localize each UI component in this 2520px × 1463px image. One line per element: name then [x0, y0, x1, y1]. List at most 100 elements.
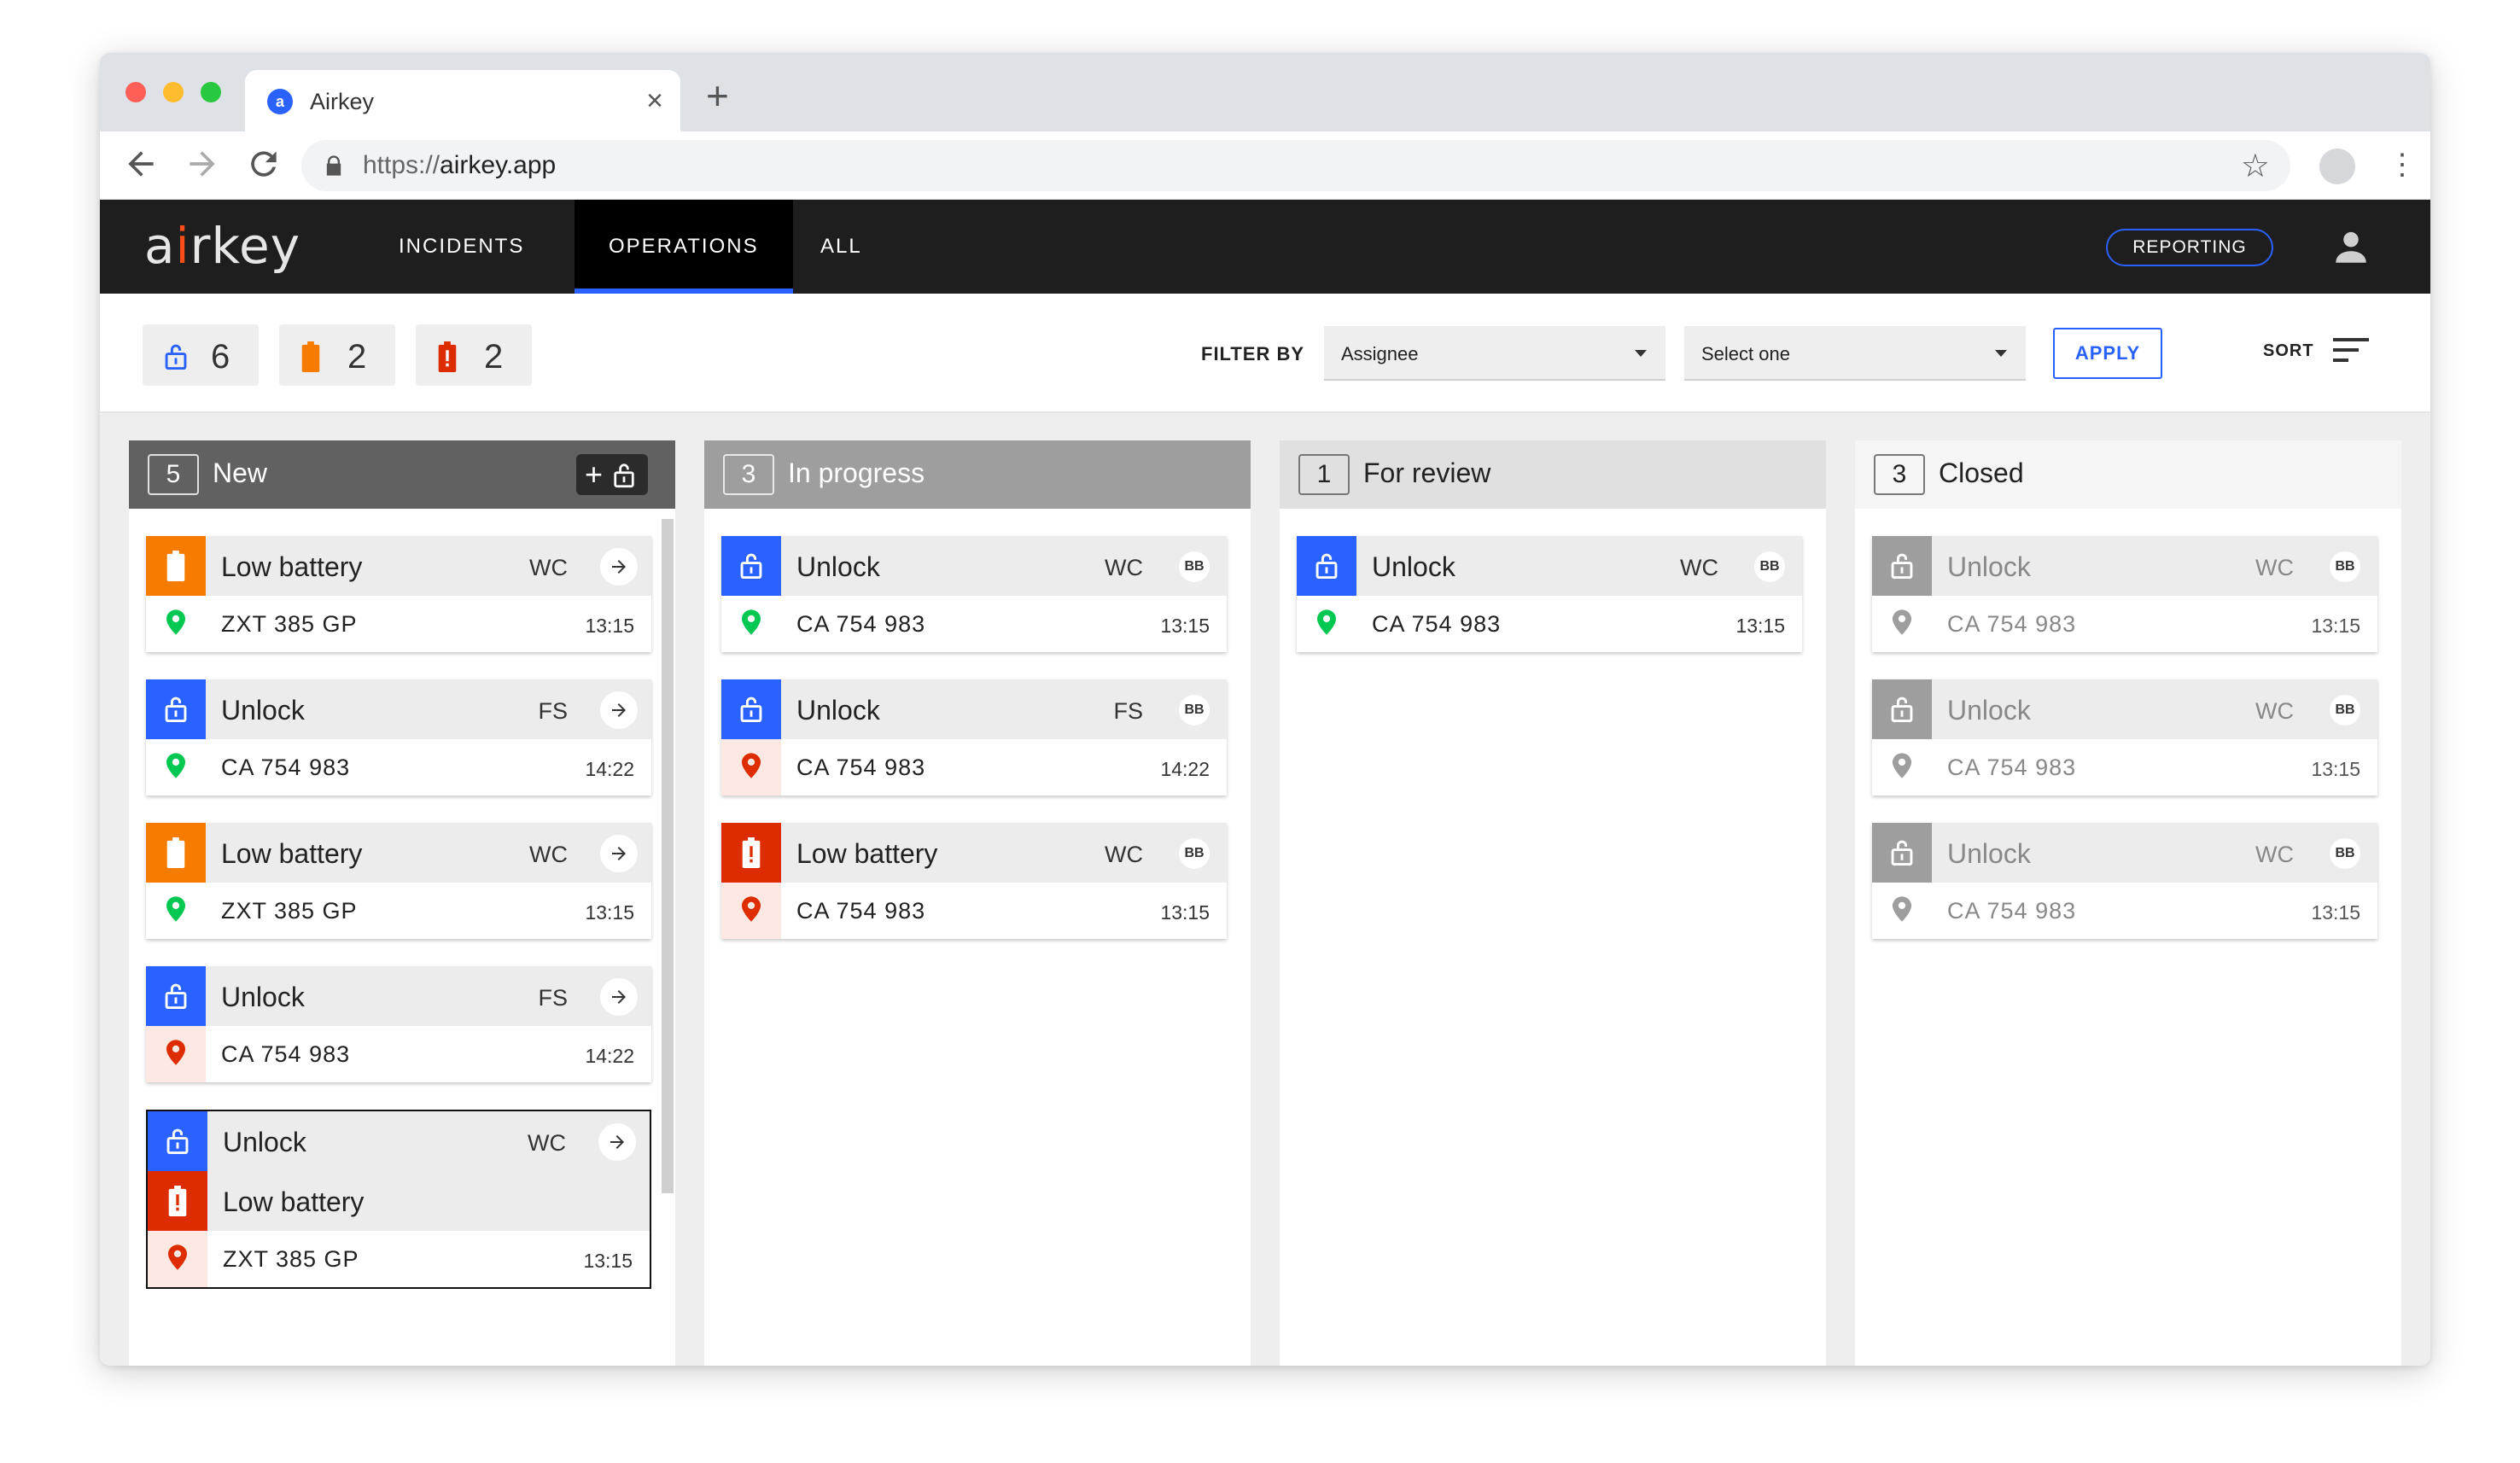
apply-button[interactable]: APPLY	[2053, 328, 2162, 379]
nav-tab-all[interactable]: ALL	[786, 200, 896, 294]
column-title: For review	[1363, 458, 1491, 488]
assignee-avatar[interactable]: BB	[2330, 838, 2360, 869]
column-in-progress: 3 In progress Unlock WC BB CA 754 983 13…	[704, 440, 1251, 1366]
browser-toolbar: https://airkey.app ☆ ⋮	[100, 131, 2430, 200]
unlock-icon	[612, 461, 636, 493]
tab-close-icon[interactable]: ×	[646, 85, 663, 116]
assignee-select[interactable]: Assignee	[1324, 326, 1665, 381]
card-type: Unlock	[1947, 838, 2031, 869]
card-time: 13:15	[2311, 901, 2360, 924]
incident-card[interactable]: Unlock WC BB CA 754 983 13:15	[1872, 536, 2377, 652]
card-initials: FS	[1113, 698, 1143, 724]
incident-card[interactable]: Unlock FS CA 754 983 14:22	[146, 966, 651, 1082]
arrow-right-icon[interactable]	[600, 691, 638, 729]
browser-window: a Airkey × + https://airkey.app ☆ ⋮ airk…	[100, 53, 2430, 1366]
incident-card[interactable]: Low battery WC ZXT 385 GP 13:15	[146, 823, 651, 939]
incident-card[interactable]: Low battery WC ZXT 385 GP 13:15	[146, 536, 651, 652]
incident-card[interactable]: Unlock WC BB CA 754 983 13:15	[1872, 679, 2377, 796]
sort-label[interactable]: SORT	[2263, 341, 2314, 361]
column-scrollbar[interactable]	[662, 519, 674, 1193]
stat-critical-battery[interactable]: 2	[416, 324, 532, 386]
add-unlock-button[interactable]: +	[576, 454, 648, 495]
browser-tab[interactable]: a Airkey ×	[245, 70, 680, 131]
back-icon[interactable]	[122, 145, 160, 183]
assignee-avatar[interactable]: BB	[1179, 551, 1210, 582]
unlock-badge	[1872, 536, 1932, 596]
arrow-right-icon[interactable]	[600, 835, 638, 872]
stat-unlock[interactable]: 6	[143, 324, 259, 386]
location-pin-icon	[146, 596, 206, 652]
forward-icon[interactable]	[184, 145, 221, 183]
card-time: 13:15	[1160, 901, 1210, 924]
unlock-badge	[146, 679, 206, 739]
incident-card[interactable]: Unlock FS CA 754 983 14:22	[146, 679, 651, 796]
secondary-filter-value: Select one	[1701, 343, 1790, 364]
card-type: Unlock	[796, 695, 880, 726]
window-close-button[interactable]	[125, 82, 146, 102]
window-minimize-button[interactable]	[163, 82, 184, 102]
incident-card[interactable]: Unlock WC BB CA 754 983 13:15	[1872, 823, 2377, 939]
incident-card[interactable]: Unlock WC BB CA 754 983 13:15	[721, 536, 1227, 652]
window-maximize-button[interactable]	[201, 82, 221, 102]
reload-icon[interactable]	[245, 145, 283, 183]
card-plate: ZXT 385 GP	[221, 611, 358, 637]
browser-profile-avatar[interactable]	[2319, 149, 2355, 184]
column-for-review: 1 For review Unlock WC BB CA 754 983 13:…	[1280, 440, 1826, 1366]
assignee-avatar[interactable]: BB	[2330, 551, 2360, 582]
assignee-avatar[interactable]: BB	[2330, 695, 2360, 726]
unlock-badge	[1297, 536, 1356, 596]
card-type: Low battery	[221, 551, 363, 582]
incident-card[interactable]: Unlock FS BB CA 754 983 14:22	[721, 679, 1227, 796]
new-tab-icon[interactable]: +	[706, 75, 729, 116]
browser-menu-icon[interactable]: ⋮	[2388, 143, 2417, 186]
card-plate: ZXT 385 GP	[223, 1246, 359, 1272]
incident-card[interactable]: Low battery WC BB CA 754 983 13:15	[721, 823, 1227, 939]
filter-by-label: FILTER BY	[1201, 343, 1305, 364]
bookmark-star-icon[interactable]: ☆	[2241, 147, 2270, 185]
incident-card[interactable]: Unlock WC BB CA 754 983 13:15	[1297, 536, 1802, 652]
caret-down-icon	[1635, 350, 1647, 357]
card-time: 13:15	[585, 901, 634, 924]
caret-down-icon	[1995, 350, 2007, 357]
incident-card-selected[interactable]: Unlock WC Low battery ZXT 385 GP 13:15	[146, 1110, 651, 1289]
card-time: 13:15	[585, 615, 634, 637]
browser-tab-bar: a Airkey × +	[100, 53, 2430, 131]
sort-icon[interactable]	[2333, 336, 2371, 368]
location-pin-icon	[148, 1231, 207, 1287]
card-type: Low battery	[221, 838, 363, 869]
user-account-icon[interactable]	[2330, 225, 2372, 272]
arrow-right-icon[interactable]	[598, 1123, 636, 1161]
nav-tab-operations[interactable]: OPERATIONS	[575, 200, 793, 294]
card-initials: WC	[529, 842, 568, 867]
arrow-right-icon[interactable]	[600, 548, 638, 586]
url-text: https://airkey.app	[363, 151, 557, 179]
card-initials: WC	[2255, 698, 2294, 724]
assignee-avatar[interactable]: BB	[1754, 551, 1785, 582]
card-type: Low battery	[796, 838, 938, 869]
kanban-board: 5 New + Low battery WC ZXT 385 GP 13:15 …	[100, 413, 2430, 1366]
low-battery-badge	[146, 823, 206, 883]
secondary-filter-select[interactable]: Select one	[1684, 326, 2026, 381]
card-type-secondary: Low battery	[223, 1186, 365, 1217]
column-count: 5	[148, 454, 199, 495]
reporting-button[interactable]: REPORTING	[2106, 229, 2273, 266]
tab-title: Airkey	[310, 89, 375, 114]
card-time: 14:22	[585, 758, 634, 780]
column-title: Closed	[1939, 458, 2024, 488]
card-time: 13:15	[583, 1250, 633, 1272]
stat-low-battery[interactable]: 2	[279, 324, 395, 386]
assignee-avatar[interactable]: BB	[1179, 695, 1210, 726]
arrow-right-icon[interactable]	[600, 978, 638, 1016]
location-pin-icon	[146, 883, 206, 939]
card-plate: CA 754 983	[1947, 755, 2077, 780]
card-plate: CA 754 983	[221, 1041, 351, 1067]
unlock-badge	[1872, 823, 1932, 883]
nav-tab-incidents[interactable]: INCIDENTS	[365, 200, 558, 294]
column-count: 3	[723, 454, 774, 495]
assignee-avatar[interactable]: BB	[1179, 838, 1210, 869]
column-header: 3 In progress	[704, 440, 1251, 509]
address-bar[interactable]: https://airkey.app ☆	[301, 140, 2290, 191]
airkey-logo[interactable]: airkey	[144, 217, 300, 275]
unlock-badge	[721, 536, 781, 596]
stat-low-battery-count: 2	[347, 338, 367, 376]
